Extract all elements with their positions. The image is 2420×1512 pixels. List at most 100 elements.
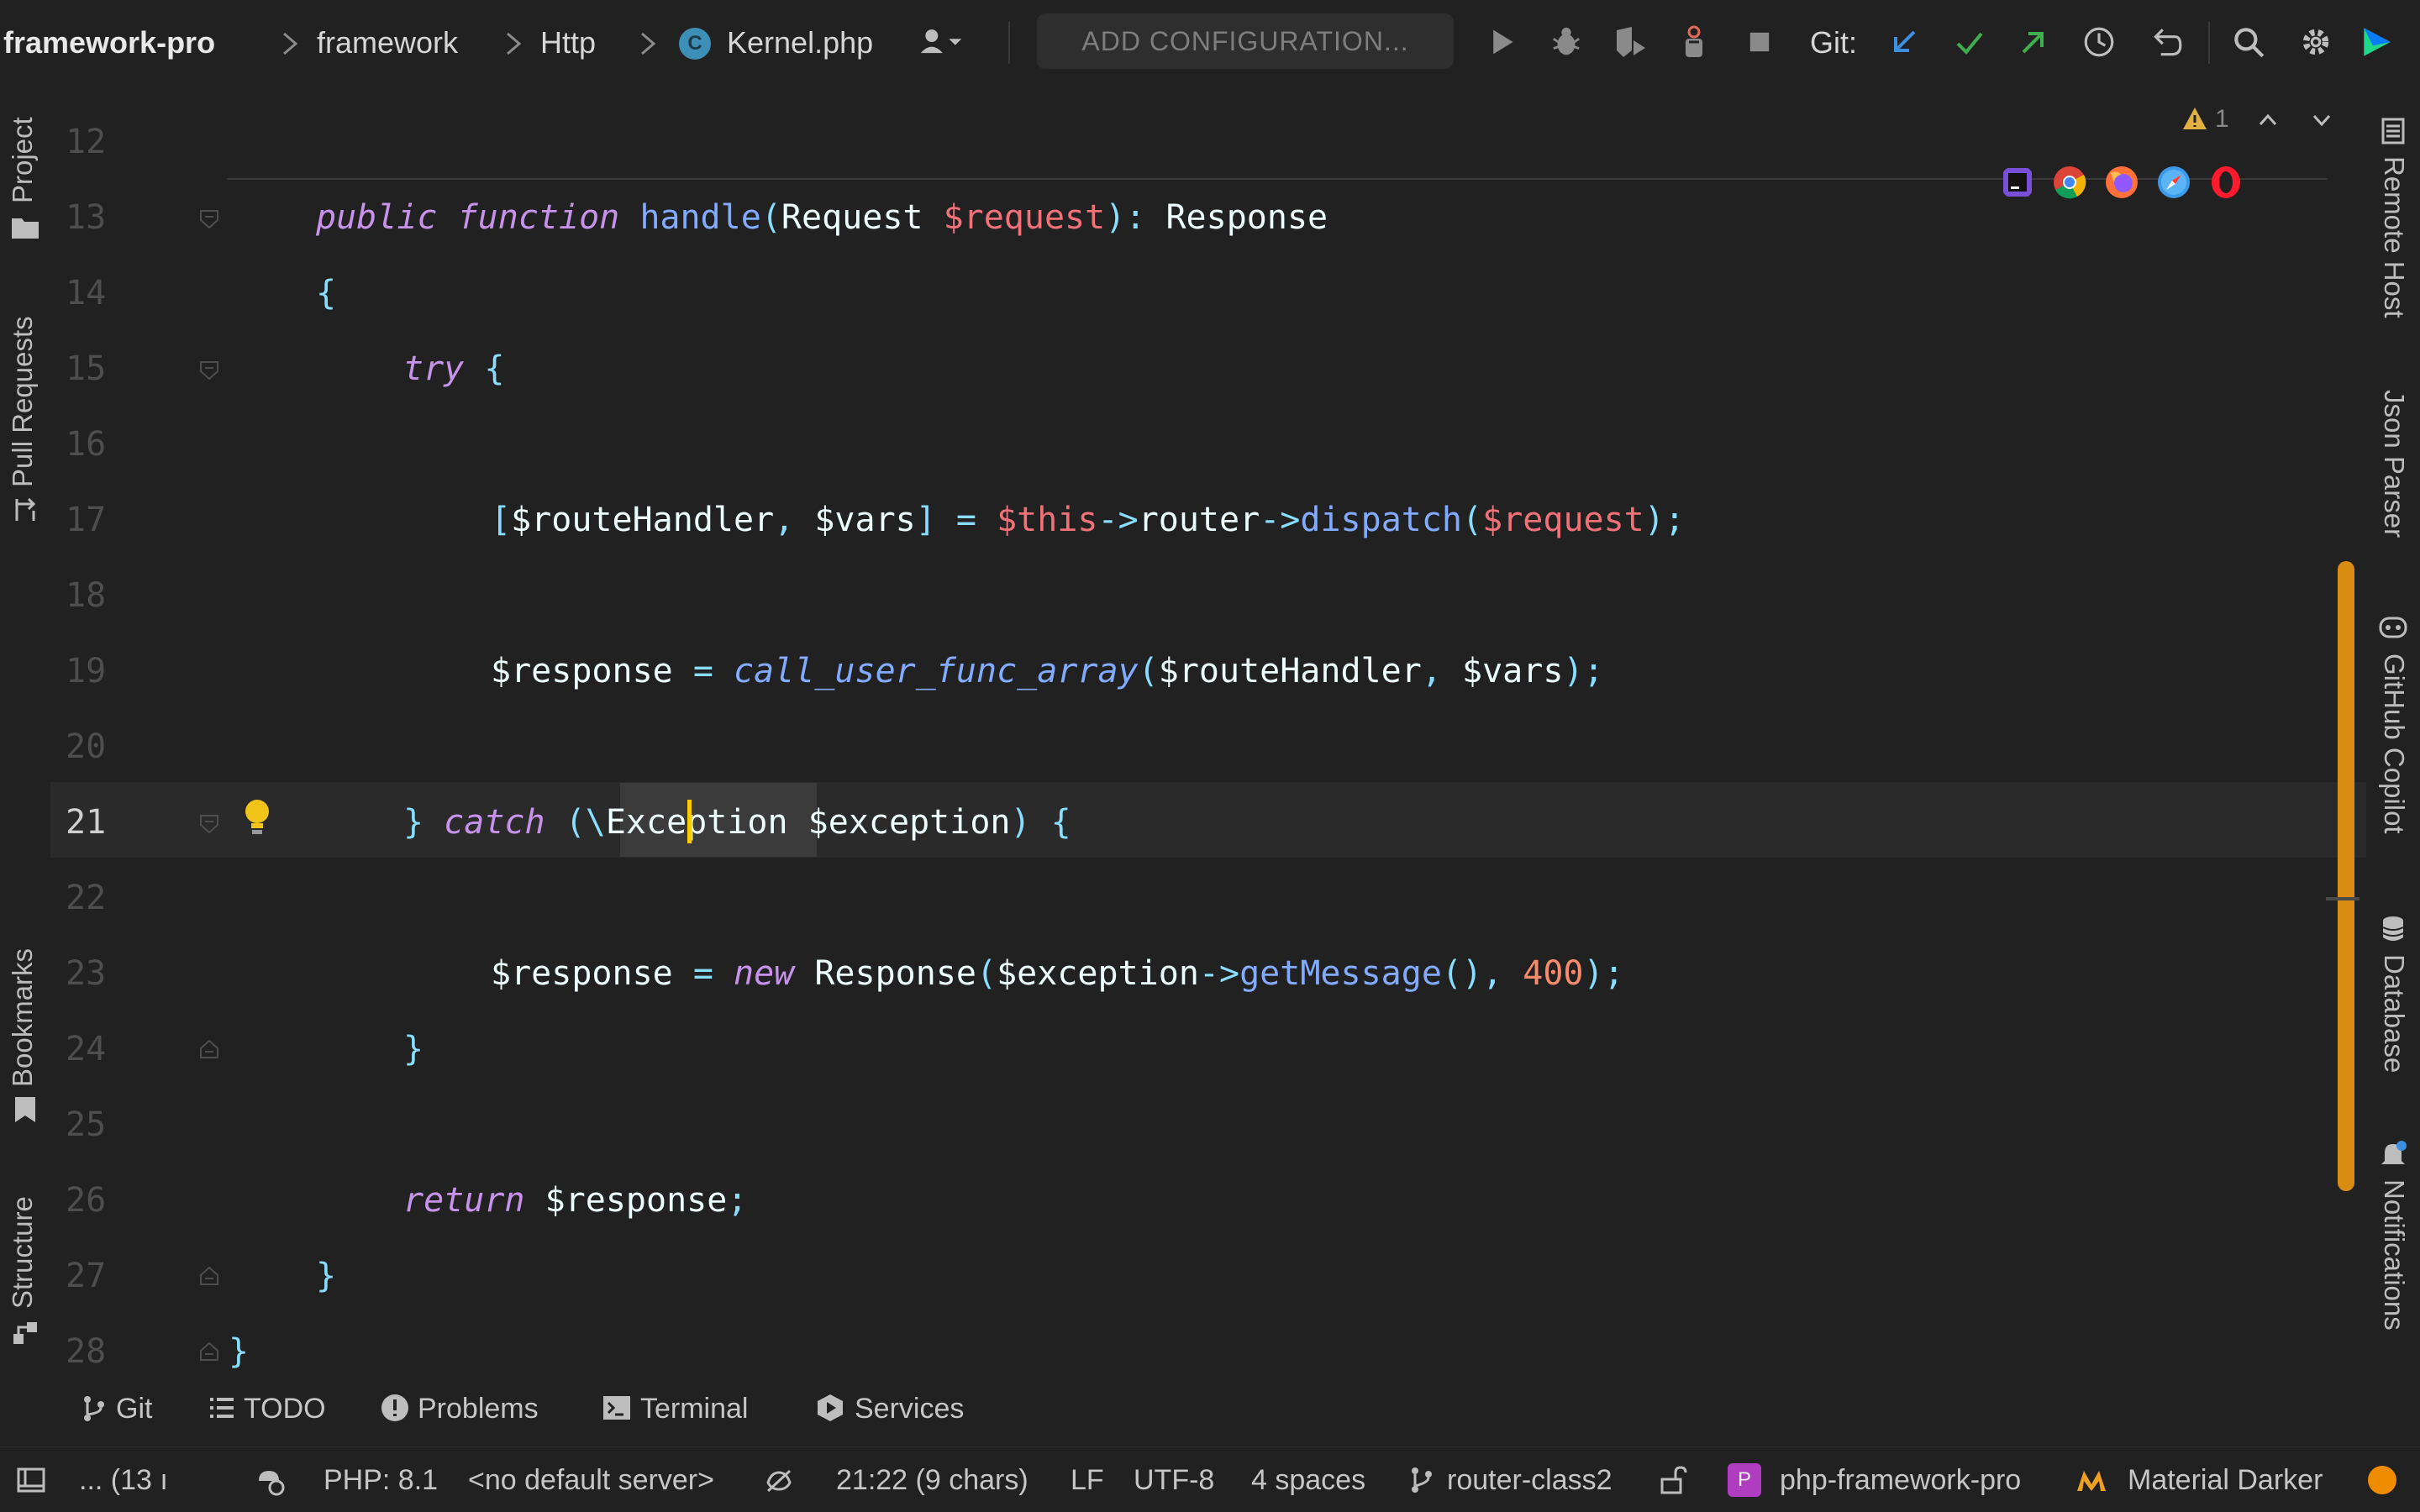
php-settings-icon (259, 1471, 285, 1496)
coverage-icon[interactable] (1607, 18, 1654, 66)
database-icon (2382, 916, 2404, 941)
user-dropdown-icon[interactable] (918, 18, 965, 66)
inspection-count: 1 (2215, 105, 2229, 133)
bookmarks-tab[interactable]: Bookmarks (7, 948, 39, 1087)
opera-icon[interactable] (2208, 165, 2244, 200)
services-tab[interactable]: Services (855, 1371, 964, 1446)
chevron-up-icon[interactable] (2255, 108, 2281, 133)
current-branch[interactable]: router-class2 (1447, 1447, 1612, 1512)
line-number: 19 (66, 652, 107, 690)
line-number: 24 (66, 1030, 107, 1068)
line-number: 18 (66, 576, 107, 615)
background-tasks[interactable]: ... (13 ı (79, 1447, 168, 1512)
chevron-right-icon (507, 32, 522, 55)
fold-open-icon[interactable] (198, 813, 220, 835)
tool-windows-icon[interactable] (15, 1464, 47, 1496)
git-update-icon[interactable] (1881, 18, 1928, 66)
json-parser-tab[interactable]: Json Parser (2378, 390, 2410, 538)
code-line-23: $response = new Response($exception->get… (491, 954, 1624, 993)
fold-close-icon[interactable] (198, 1038, 220, 1060)
scrollbar-marker (2326, 897, 2360, 900)
project-name[interactable]: framework-pro (3, 0, 215, 86)
deployment-server[interactable]: <no default server> (468, 1447, 714, 1512)
file-encoding[interactable]: UTF-8 (1134, 1447, 1214, 1512)
run-icon[interactable] (1479, 18, 1526, 66)
current-line-highlight (50, 782, 2366, 858)
line-number: 14 (66, 274, 107, 312)
line-number: 28 (66, 1332, 107, 1371)
lightbulb-icon[interactable] (242, 798, 272, 838)
theme-name[interactable]: Material Darker (2128, 1447, 2323, 1512)
unlocked-icon[interactable] (1657, 1464, 1689, 1496)
remote-host-tab[interactable]: Remote Host (2378, 156, 2410, 318)
add-configuration-button[interactable]: ADD CONFIGURATION... (1037, 13, 1454, 69)
database-tab[interactable]: Database (2378, 954, 2410, 1073)
fold-close-icon[interactable] (198, 1265, 220, 1287)
breadcrumb-file[interactable]: Kernel.php (727, 0, 873, 86)
editor-scrollbar[interactable] (2338, 561, 2354, 1191)
line-separator[interactable]: LF (1071, 1447, 1104, 1512)
git-branch-icon (1412, 1467, 1432, 1493)
phpstorm-browser-icon[interactable] (2000, 165, 2035, 200)
git-tab[interactable]: Git (116, 1371, 152, 1446)
rollback-icon[interactable] (2143, 18, 2190, 66)
breadcrumb-http[interactable]: Http (540, 0, 596, 86)
code-line-26: return $response; (403, 1181, 748, 1220)
main-toolbar: framework-pro framework Http C Kernel.ph… (0, 0, 2420, 86)
bottom-tool-tabs: Git TODO Problems Terminal Services (0, 1371, 2420, 1446)
profile-icon[interactable] (1670, 18, 1718, 66)
code-line-24: } (403, 1030, 424, 1068)
git-push-icon[interactable] (2010, 18, 2057, 66)
status-bar: ... (13 ı PHP: 8.1 <no default server> 2… (0, 1446, 2420, 1512)
fold-open-icon[interactable] (198, 208, 220, 230)
code-editor[interactable]: 12 13 14 15 16 17 18 19 20 21 22 23 24 2… (50, 86, 2366, 1371)
chevron-right-icon (283, 32, 298, 55)
debug-icon[interactable] (1543, 18, 1590, 66)
git-commit-icon[interactable] (1946, 18, 1993, 66)
pull-request-icon (15, 497, 36, 521)
status-indicator-icon[interactable] (2366, 1464, 2398, 1496)
search-icon[interactable] (2225, 18, 2272, 66)
notifications-tab[interactable]: Notifications (2378, 1179, 2410, 1331)
safari-icon[interactable] (2156, 165, 2191, 200)
project-name-status[interactable]: php-framework-pro (1780, 1447, 2021, 1512)
fold-open-icon[interactable] (198, 360, 220, 381)
left-tool-strip: Project Pull Requests Bookmarks Structur… (0, 86, 50, 1371)
code-line-28: } (229, 1332, 250, 1371)
indent-setting[interactable]: 4 spaces (1251, 1447, 1365, 1512)
code-line-17: [$routeHandler, $vars] = $this->router->… (491, 501, 1685, 539)
right-tool-strip: Remote Host Json Parser GitHub Copilot D… (2366, 86, 2420, 1371)
breadcrumb-framework[interactable]: framework (317, 0, 458, 86)
gear-icon[interactable] (2292, 18, 2339, 66)
line-number: 13 (66, 198, 107, 237)
line-number: 23 (66, 954, 107, 993)
fold-close-icon[interactable] (198, 1341, 220, 1362)
php-version[interactable]: PHP: 8.1 (324, 1447, 438, 1512)
cursor-position[interactable]: 21:22 (9 chars) (836, 1447, 1028, 1512)
chevron-right-icon (641, 32, 656, 55)
problems-icon (381, 1394, 408, 1421)
project-tab[interactable]: Project (7, 117, 39, 203)
stop-icon[interactable] (1736, 18, 1783, 66)
chrome-icon[interactable] (2052, 165, 2087, 200)
problems-tab[interactable]: Problems (418, 1371, 539, 1446)
code-line-27: } (316, 1257, 337, 1295)
jetbrains-logo-icon[interactable] (2353, 18, 2400, 66)
remote-host-icon (2381, 118, 2405, 144)
code-line-15: try { (403, 349, 505, 388)
line-number: 12 (66, 123, 107, 161)
copilot-icon (2379, 617, 2407, 638)
code-line-13: public function handle(Request $request)… (316, 198, 1328, 237)
firefox-icon[interactable] (2104, 165, 2139, 200)
code-line-14: { (316, 274, 337, 312)
warning-icon (2183, 108, 2207, 129)
pull-requests-tab[interactable]: Pull Requests (7, 316, 39, 487)
structure-tab[interactable]: Structure (7, 1196, 39, 1309)
line-number: 22 (66, 879, 107, 917)
terminal-tab[interactable]: Terminal (640, 1371, 748, 1446)
history-icon[interactable] (2075, 18, 2123, 66)
todo-tab[interactable]: TODO (244, 1371, 326, 1446)
chevron-down-icon[interactable] (2309, 108, 2334, 133)
github-copilot-tab[interactable]: GitHub Copilot (2378, 654, 2410, 834)
no-inspection-icon[interactable] (763, 1464, 795, 1496)
